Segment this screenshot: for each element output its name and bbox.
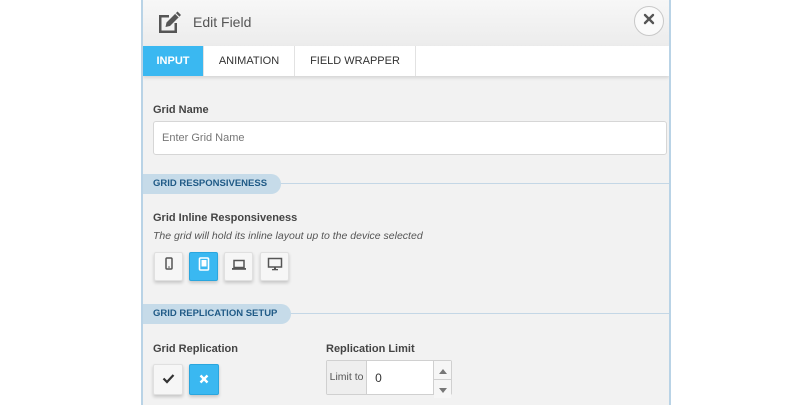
x-icon bbox=[199, 371, 209, 389]
tab-bar: INPUT ANIMATION FIELD WRAPPER bbox=[143, 46, 669, 76]
close-button[interactable] bbox=[634, 6, 664, 36]
responsiveness-description: The grid will hold its inline layout up … bbox=[153, 230, 423, 242]
tab-field-wrapper[interactable]: FIELD WRAPPER bbox=[295, 46, 416, 76]
limit-spinner bbox=[433, 361, 451, 398]
grid-name-label: Grid Name bbox=[153, 104, 209, 116]
decrement-button[interactable] bbox=[434, 380, 451, 398]
replication-on-button[interactable] bbox=[153, 364, 183, 395]
inline-responsiveness-label: Grid Inline Responsiveness bbox=[153, 212, 298, 224]
check-icon bbox=[162, 371, 175, 389]
device-desktop-button[interactable] bbox=[260, 252, 289, 281]
device-mobile-button[interactable] bbox=[154, 252, 183, 281]
edit-icon bbox=[155, 9, 183, 35]
replication-off-button[interactable] bbox=[189, 364, 219, 395]
replication-limit-group: Limit to bbox=[326, 360, 452, 398]
panel-title: Edit Field bbox=[193, 14, 252, 30]
replication-limit-input[interactable] bbox=[367, 361, 434, 394]
edit-field-panel: Edit Field INPUT ANIMATION FIELD WRAPPER… bbox=[141, 0, 671, 405]
device-laptop-button[interactable] bbox=[224, 252, 253, 281]
panel-header: Edit Field bbox=[143, 0, 669, 46]
close-icon bbox=[643, 12, 655, 30]
section-title-responsiveness: GRID RESPONSIVENESS bbox=[143, 174, 282, 194]
tab-animation[interactable]: ANIMATION bbox=[204, 46, 295, 76]
replication-limit-label: Replication Limit bbox=[326, 343, 415, 355]
section-title-replication: GRID REPLICATION SETUP bbox=[143, 304, 292, 324]
device-tablet-button[interactable] bbox=[189, 252, 218, 281]
tab-input[interactable]: INPUT bbox=[143, 46, 204, 76]
tablet-icon bbox=[198, 257, 210, 276]
laptop-icon bbox=[231, 258, 247, 276]
increment-button[interactable] bbox=[434, 361, 451, 380]
caret-up-icon bbox=[438, 361, 447, 379]
grid-replication-label: Grid Replication bbox=[153, 343, 238, 355]
limit-to-addon: Limit to bbox=[327, 361, 368, 394]
mobile-icon bbox=[164, 257, 174, 276]
desktop-icon bbox=[267, 257, 283, 276]
grid-name-input[interactable] bbox=[153, 121, 667, 155]
caret-down-icon bbox=[438, 380, 447, 398]
